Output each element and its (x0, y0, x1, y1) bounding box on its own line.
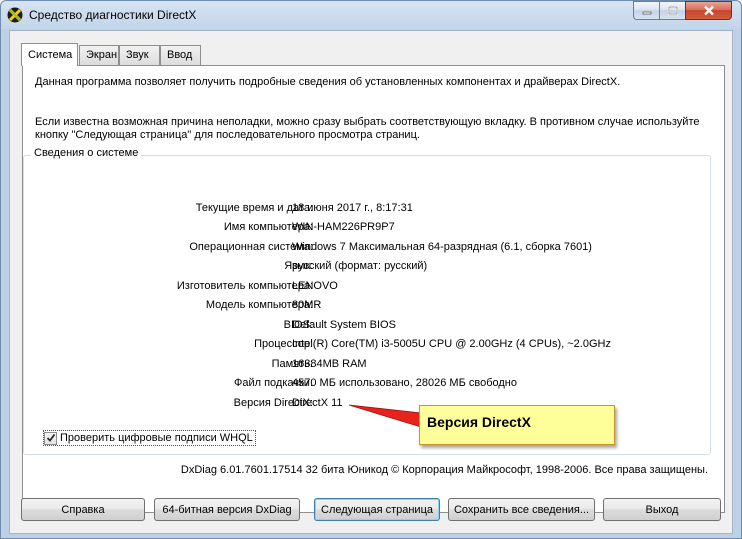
whql-checkbox-row[interactable]: Проверить цифровые подписи WHQL (43, 430, 256, 446)
callout-text: Версия DirectX (427, 414, 531, 430)
directx-version-callout: Версия DirectX (419, 405, 615, 445)
row-value-bios: Default System BIOS (292, 319, 396, 331)
window-title: Средство диагностики DirectX (29, 8, 197, 22)
row-value-datetime: 18 июня 2017 г., 8:17:31 (292, 202, 413, 214)
close-icon (703, 5, 714, 16)
row-value-memory: 16384MB RAM (292, 358, 367, 370)
minimize-icon (642, 11, 651, 14)
system-info-title: Сведения о системе (31, 147, 142, 159)
intro-text-2: Если известна возможная причина неполадк… (35, 116, 700, 128)
row-value-directx-version: DirectX 11 (292, 397, 343, 409)
tab-input-label: Ввод (167, 49, 193, 61)
dxdiag64-button[interactable]: 64-битная версия DxDiag (154, 498, 300, 521)
row-value-language: русский (формат: русский) (292, 260, 428, 272)
dxdiag-window: Средство диагностики DirectX Система Экр… (0, 0, 742, 539)
version-copyright-text: DxDiag 6.01.7601.17514 32 бита Юникод © … (180, 464, 708, 476)
intro-text-3: кнопку "Следующая страница" для последов… (35, 129, 420, 141)
row-value-model: 80MR (292, 299, 322, 311)
dxdiag64-button-label: 64-битная версия DxDiag (162, 503, 292, 516)
next-page-button[interactable]: Следующая страница (314, 498, 440, 521)
next-page-button-label: Следующая страница (321, 503, 433, 516)
close-button[interactable] (685, 1, 732, 20)
tab-display-label: Экран (86, 49, 118, 61)
row-value-pagefile: 4570 МБ использовано, 28026 МБ свободно (292, 377, 517, 389)
save-all-button-label: Сохранить все сведения... (453, 503, 590, 516)
checkmark-icon (46, 433, 55, 442)
intro-text-1: Данная программа позволяет получить подр… (35, 76, 621, 88)
directx-icon (7, 7, 23, 23)
tab-sound-label: Звук (126, 49, 149, 61)
tab-input[interactable]: Ввод (160, 45, 201, 65)
help-button-label: Справка (61, 503, 105, 516)
whql-checkbox-label[interactable]: Проверить цифровые подписи WHQL (60, 432, 253, 444)
help-button[interactable]: Справка (21, 498, 145, 521)
tab-system[interactable]: Система (21, 43, 78, 66)
row-value-computer-name: WIN-HAM226PR9P7 (292, 221, 395, 233)
exit-button[interactable]: Выход (603, 498, 721, 521)
tab-sound[interactable]: Звук (119, 45, 160, 65)
minimize-button[interactable] (633, 1, 660, 20)
exit-button-label: Выход (645, 503, 679, 516)
row-value-manufacturer: LENOVO (292, 280, 338, 292)
row-value-os: Windows 7 Максимальная 64-разрядная (6.1… (292, 241, 592, 253)
row-value-processor: Intel(R) Core(TM) i3-5005U CPU @ 2.00GHz… (292, 338, 611, 350)
title-bar[interactable]: Средство диагностики DirectX (1, 1, 741, 29)
whql-checkbox[interactable] (44, 431, 57, 445)
maximize-button[interactable] (659, 1, 686, 20)
tab-system-label: Система (28, 49, 73, 61)
tab-display[interactable]: Экран (79, 45, 119, 65)
save-all-button[interactable]: Сохранить все сведения... (448, 498, 595, 521)
maximize-icon (667, 5, 678, 15)
